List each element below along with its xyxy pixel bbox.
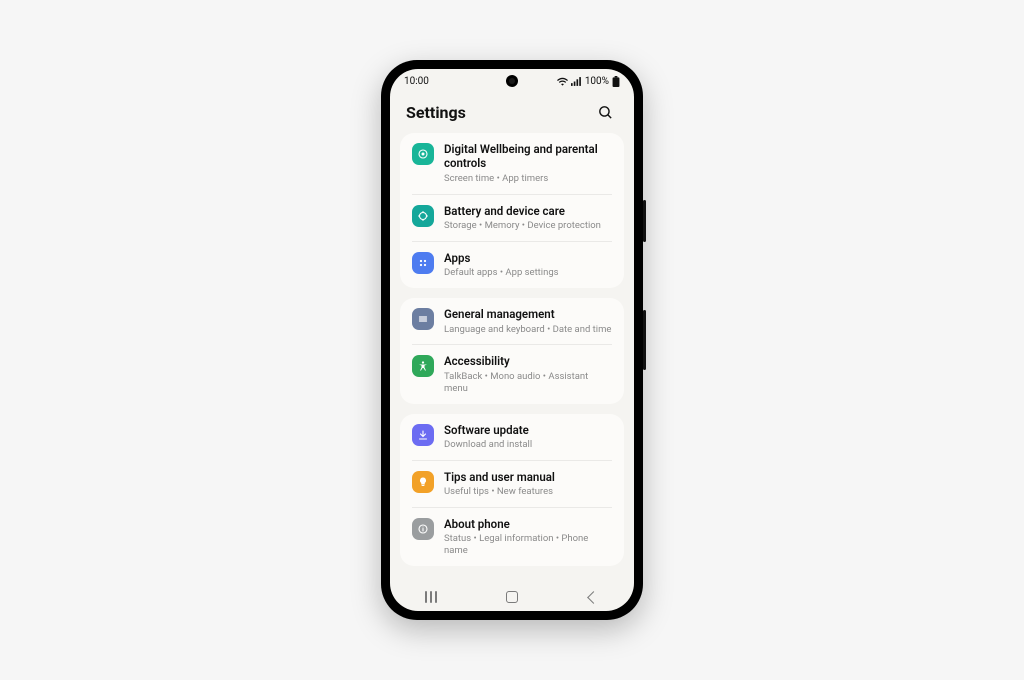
volume-button bbox=[643, 200, 646, 242]
power-button bbox=[643, 310, 646, 370]
item-title: Apps bbox=[444, 251, 612, 265]
item-title: About phone bbox=[444, 517, 612, 531]
item-subtitle: Default apps • App settings bbox=[444, 267, 612, 279]
settings-group: Software update Download and install Tip… bbox=[400, 414, 624, 567]
app-bar: Settings bbox=[390, 93, 634, 133]
item-title: Accessibility bbox=[444, 354, 612, 368]
item-title: Software update bbox=[444, 423, 612, 437]
item-general-management[interactable]: General management Language and keyboard… bbox=[400, 298, 624, 344]
front-camera bbox=[506, 75, 518, 87]
search-button[interactable] bbox=[592, 99, 618, 125]
back-icon bbox=[587, 591, 600, 604]
general-management-icon bbox=[412, 308, 434, 330]
navigation-bar bbox=[390, 583, 634, 611]
item-subtitle: Storage • Memory • Device protection bbox=[444, 220, 612, 232]
item-device-care[interactable]: Battery and device care Storage • Memory… bbox=[400, 195, 624, 241]
accessibility-icon bbox=[412, 355, 434, 377]
item-title: Digital Wellbeing and parental controls bbox=[444, 142, 612, 171]
about-phone-icon bbox=[412, 518, 434, 540]
item-subtitle: Download and install bbox=[444, 439, 612, 451]
settings-group: General management Language and keyboard… bbox=[400, 298, 624, 403]
item-title: General management bbox=[444, 307, 612, 321]
item-subtitle: TalkBack • Mono audio • Assistant menu bbox=[444, 371, 612, 395]
digital-wellbeing-icon bbox=[412, 143, 434, 165]
item-accessibility[interactable]: Accessibility TalkBack • Mono audio • As… bbox=[400, 345, 624, 403]
recents-icon bbox=[425, 591, 437, 603]
battery-icon bbox=[612, 76, 620, 87]
item-subtitle: Useful tips • New features bbox=[444, 486, 612, 498]
apps-icon bbox=[412, 252, 434, 274]
item-tips[interactable]: Tips and user manual Useful tips • New f… bbox=[400, 461, 624, 507]
item-title: Tips and user manual bbox=[444, 470, 612, 484]
screen: 10:00 100% Settings bbox=[390, 69, 634, 611]
battery-percent: 100% bbox=[585, 76, 609, 87]
signal-icon bbox=[571, 77, 582, 86]
settings-list: Digital Wellbeing and parental controls … bbox=[390, 133, 634, 582]
home-icon bbox=[506, 591, 518, 603]
search-icon bbox=[597, 104, 614, 121]
status-time: 10:00 bbox=[404, 76, 429, 87]
item-subtitle: Language and keyboard • Date and time bbox=[444, 324, 612, 336]
nav-recents-button[interactable] bbox=[413, 583, 449, 611]
item-subtitle: Status • Legal information • Phone name bbox=[444, 533, 612, 557]
wifi-icon bbox=[557, 77, 568, 86]
phone-frame: 10:00 100% Settings bbox=[381, 60, 643, 620]
item-software-update[interactable]: Software update Download and install bbox=[400, 414, 624, 460]
item-digital-wellbeing[interactable]: Digital Wellbeing and parental controls … bbox=[400, 133, 624, 194]
tips-icon bbox=[412, 471, 434, 493]
item-about-phone[interactable]: About phone Status • Legal information •… bbox=[400, 508, 624, 566]
software-update-icon bbox=[412, 424, 434, 446]
item-title: Battery and device care bbox=[444, 204, 612, 218]
nav-back-button[interactable] bbox=[575, 583, 611, 611]
item-subtitle: Screen time • App timers bbox=[444, 173, 612, 185]
page-title: Settings bbox=[406, 103, 466, 122]
device-care-icon bbox=[412, 205, 434, 227]
nav-home-button[interactable] bbox=[494, 583, 530, 611]
item-apps[interactable]: Apps Default apps • App settings bbox=[400, 242, 624, 288]
settings-group: Digital Wellbeing and parental controls … bbox=[400, 133, 624, 288]
